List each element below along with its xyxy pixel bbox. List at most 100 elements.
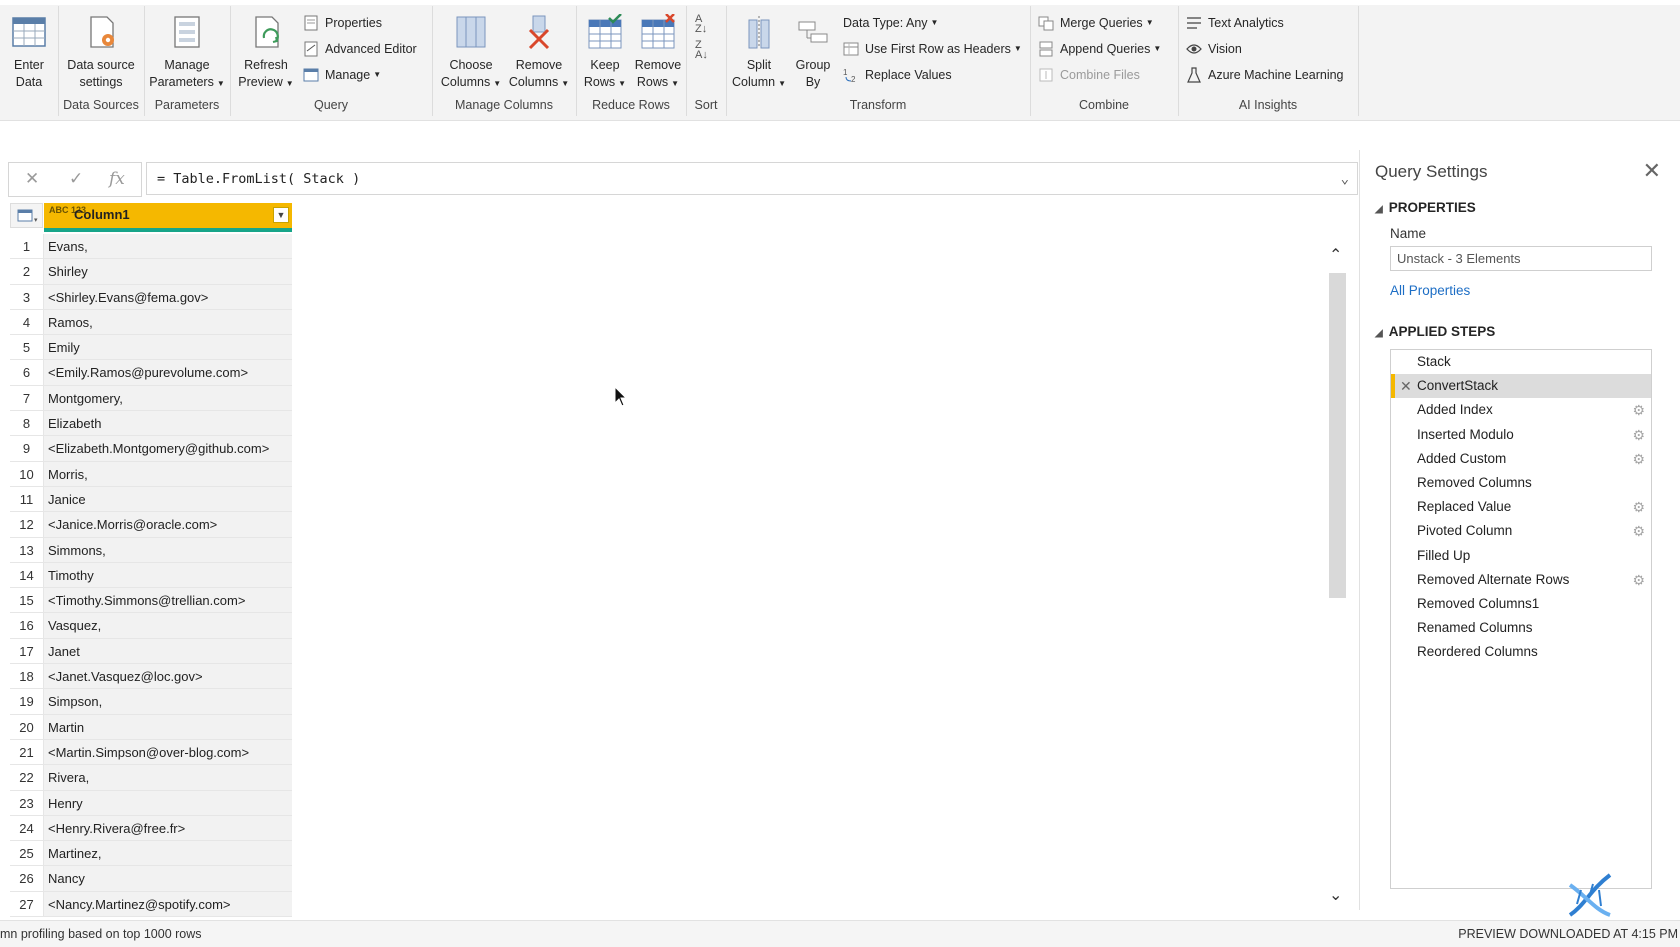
keep-rows-button[interactable]: Keep Rows ▼ [580, 14, 630, 92]
refresh-preview-button[interactable]: Refresh Preview ▼ [238, 14, 294, 92]
row-number[interactable]: 2 [10, 259, 44, 284]
table-row[interactable]: 25 Martinez, [10, 841, 292, 867]
combine-files-button[interactable]: Combine Files [1038, 65, 1140, 85]
cancel-icon[interactable]: ✕ [25, 169, 39, 189]
row-number[interactable]: 18 [10, 664, 44, 689]
append-queries-button[interactable]: Append Queries ▼ [1038, 39, 1161, 59]
table-row[interactable]: 4 Ramos, [10, 309, 292, 336]
row-number[interactable]: 13 [10, 537, 44, 562]
table-row[interactable]: 11 Janice [10, 486, 292, 513]
table-row[interactable]: 22 Rivera, [10, 765, 292, 791]
manage-parameters-button[interactable]: Manage Parameters ▼ [148, 14, 226, 92]
filter-dropdown-icon[interactable]: ▼ [273, 207, 289, 223]
all-properties-link[interactable]: All Properties [1390, 283, 1470, 298]
row-number[interactable]: 15 [10, 588, 44, 613]
table-cell[interactable]: <Elizabeth.Montgomery@github.com> [44, 436, 292, 461]
table-cell[interactable]: Evans, [44, 234, 292, 259]
text-analytics-button[interactable]: Text Analytics [1186, 13, 1284, 33]
table-row[interactable]: 7 Montgomery, [10, 385, 292, 412]
split-column-button[interactable]: Split Column ▼ [730, 14, 788, 92]
remove-columns-button[interactable]: Remove Columns ▼ [506, 14, 572, 92]
vertical-scrollbar[interactable]: ⌃ ⌄ [1323, 245, 1351, 905]
table-cell[interactable]: <Henry.Rivera@free.fr> [44, 815, 292, 841]
formula-input[interactable]: = Table.FromList( Stack ) ⌄ [146, 162, 1358, 195]
row-number[interactable]: 16 [10, 613, 44, 638]
table-cell[interactable]: <Martin.Simpson@over-blog.com> [44, 739, 292, 765]
row-number[interactable]: 21 [10, 739, 44, 765]
table-cell[interactable]: Elizabeth [44, 411, 292, 436]
step-settings-gear-icon[interactable]: ⚙ [1632, 568, 1645, 592]
data-source-settings-button[interactable]: Data source settings [62, 14, 140, 91]
use-first-row-as-headers-button[interactable]: Use First Row as Headers ▼ [843, 39, 1022, 59]
table-row[interactable]: 10 Morris, [10, 461, 292, 487]
table-row[interactable]: 8 Elizabeth [10, 411, 292, 437]
table-cell[interactable]: Vasquez, [44, 613, 292, 638]
table-cell[interactable]: Rivera, [44, 765, 292, 790]
table-cell[interactable]: Simpson, [44, 689, 292, 714]
chevron-up-icon[interactable]: ⌃ [1329, 245, 1342, 265]
applied-step[interactable]: Renamed Columns [1391, 616, 1651, 640]
table-row[interactable]: 1 Evans, [10, 234, 292, 260]
properties-button[interactable]: Properties [303, 13, 382, 33]
table-row[interactable]: 5 Emily [10, 335, 292, 361]
enter-data-button[interactable]: Enter Data [6, 14, 52, 91]
table-cell[interactable]: Martinez, [44, 841, 292, 866]
row-number[interactable]: 19 [10, 689, 44, 714]
applied-step[interactable]: Removed Alternate Rows ⚙ [1391, 568, 1651, 592]
azure-machine-learning-button[interactable]: Azure Machine Learning [1186, 65, 1344, 85]
table-cell[interactable]: <Timothy.Simmons@trellian.com> [44, 588, 292, 613]
scrollbar-thumb[interactable] [1329, 273, 1346, 598]
data-type-dropdown[interactable]: Data Type: Any ▼ [843, 13, 938, 33]
sort-ascending-icon[interactable]: A Z↓ [695, 14, 717, 36]
table-cell[interactable]: <Janice.Morris@oracle.com> [44, 512, 292, 537]
applied-step[interactable]: Stack [1391, 350, 1651, 374]
collapse-triangle-icon[interactable]: ◢ [1375, 204, 1383, 215]
row-number[interactable]: 20 [10, 714, 44, 739]
table-row[interactable]: 26 Nancy [10, 866, 292, 892]
table-cell[interactable]: Emily [44, 335, 292, 360]
row-number[interactable]: 23 [10, 790, 44, 815]
status-profiling-text[interactable]: mn profiling based on top 1000 rows [0, 921, 202, 947]
row-number[interactable]: 9 [10, 436, 44, 461]
row-number[interactable]: 26 [10, 866, 44, 891]
fx-icon[interactable]: fx [109, 169, 125, 189]
step-settings-gear-icon[interactable]: ⚙ [1632, 519, 1645, 543]
table-cell[interactable]: <Shirley.Evans@fema.gov> [44, 284, 292, 309]
step-settings-gear-icon[interactable]: ⚙ [1632, 447, 1645, 471]
row-number[interactable]: 17 [10, 638, 44, 664]
row-number[interactable]: 14 [10, 562, 44, 588]
table-cell[interactable]: Martin [44, 714, 292, 739]
delete-step-icon[interactable]: ✕ [1400, 374, 1412, 398]
table-row[interactable]: 13 Simmons, [10, 537, 292, 563]
table-row[interactable]: 15 <Timothy.Simmons@trellian.com> [10, 588, 292, 614]
table-row[interactable]: 18 <Janet.Vasquez@loc.gov> [10, 664, 292, 690]
table-cell[interactable]: <Janet.Vasquez@loc.gov> [44, 664, 292, 689]
advanced-editor-button[interactable]: Advanced Editor [303, 39, 417, 59]
row-number[interactable]: 12 [10, 512, 44, 537]
applied-steps-section-header[interactable]: ◢ APPLIED STEPS [1375, 324, 1495, 339]
commit-icon[interactable]: ✓ [69, 169, 83, 189]
vision-button[interactable]: Vision [1186, 39, 1242, 59]
step-settings-gear-icon[interactable]: ⚙ [1632, 398, 1645, 422]
applied-step[interactable]: Removed Columns [1391, 471, 1651, 495]
table-row[interactable]: 27 <Nancy.Martinez@spotify.com> [10, 891, 292, 918]
applied-step[interactable]: Added Custom ⚙ [1391, 447, 1651, 471]
table-row[interactable]: 14 Timothy [10, 562, 292, 589]
sort-descending-icon[interactable]: Z A↓ [695, 40, 717, 62]
remove-rows-button[interactable]: Remove Rows ▼ [632, 14, 684, 92]
properties-section-header[interactable]: ◢ PROPERTIES [1375, 200, 1476, 215]
table-cell[interactable]: Shirley [44, 259, 292, 284]
table-row[interactable]: 20 Martin [10, 714, 292, 740]
applied-step[interactable]: Reordered Columns [1391, 640, 1651, 664]
applied-step[interactable]: Removed Columns1 [1391, 592, 1651, 616]
query-name-input[interactable]: Unstack - 3 Elements [1390, 246, 1652, 271]
column-header-column1[interactable]: ABC 123 Column1 ▼ [44, 203, 292, 232]
merge-queries-button[interactable]: Merge Queries ▼ [1038, 13, 1154, 33]
manage-button[interactable]: Manage ▼ [303, 65, 381, 85]
row-number[interactable]: 27 [10, 891, 44, 917]
table-cell[interactable]: Janice [44, 486, 292, 512]
table-cell[interactable]: Montgomery, [44, 385, 292, 411]
applied-step[interactable]: Added Index ⚙ [1391, 398, 1651, 422]
chevron-down-icon[interactable]: ⌄ [1341, 163, 1349, 196]
close-icon[interactable]: ✕ [1643, 158, 1661, 184]
